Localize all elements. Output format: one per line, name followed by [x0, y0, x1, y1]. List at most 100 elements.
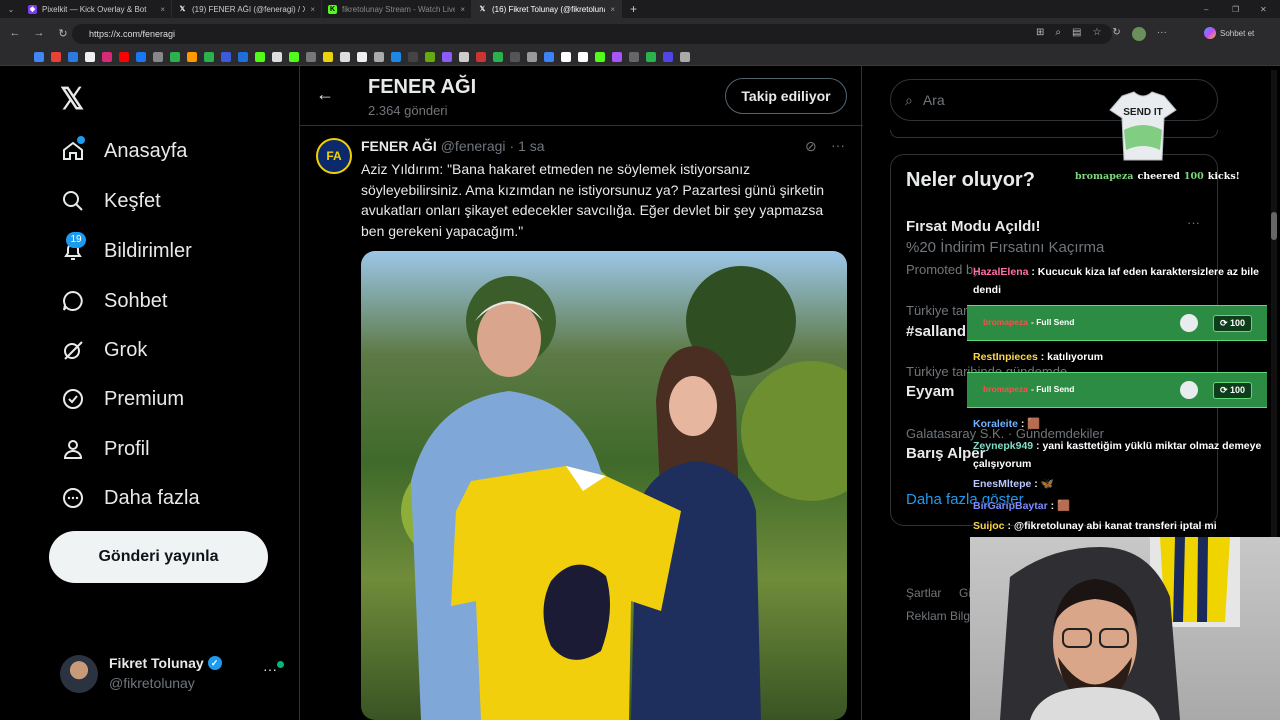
- bookmark-card-icon[interactable]: [391, 51, 401, 62]
- bookmark-link-icon[interactable]: [306, 51, 316, 62]
- chat-text: : 🟫: [1020, 418, 1041, 430]
- nav-grok[interactable]: Grok: [60, 337, 147, 363]
- post-count: 2.364 gönderi: [368, 103, 448, 118]
- bookmark-play-icon[interactable]: [544, 51, 554, 62]
- x-logo-icon[interactable]: 𝕏: [60, 82, 84, 117]
- back-icon[interactable]: ←: [8, 27, 22, 39]
- tab-fikretolunay[interactable]: 𝕏 (16) Fikret Tolunay (@fikretolunay) ×: [472, 0, 622, 18]
- send-it-sticker: SEND IT: [1108, 90, 1178, 162]
- bookmark-x-icon[interactable]: [85, 51, 95, 62]
- post-handle[interactable]: @feneragi: [441, 138, 506, 154]
- bookmark-globe-icon[interactable]: [374, 51, 384, 62]
- bookmark-kick-icon[interactable]: [289, 51, 299, 62]
- bookmark-doc-icon[interactable]: [340, 51, 350, 62]
- chat-message: Koraleite : 🟫: [973, 415, 1263, 433]
- bookmark-amazon-icon[interactable]: [187, 51, 197, 62]
- bookmark-gmail-icon[interactable]: [51, 51, 61, 62]
- account-menu-icon[interactable]: ···: [263, 661, 277, 677]
- close-icon[interactable]: ×: [160, 5, 165, 14]
- bookmark-grey-icon[interactable]: [527, 51, 537, 62]
- profile-avatar[interactable]: [1131, 27, 1146, 41]
- bookmark-down-icon[interactable]: [425, 51, 435, 62]
- nav-more[interactable]: Daha fazla: [60, 485, 200, 511]
- url-input[interactable]: https://x.com/feneragi: [72, 24, 1112, 44]
- menu-icon[interactable]: ···: [1157, 27, 1167, 41]
- back-arrow-icon[interactable]: ←: [316, 84, 334, 105]
- bookmark-t-icon[interactable]: [272, 51, 282, 62]
- bookmark-yellow-icon[interactable]: [323, 51, 333, 62]
- nav-explore[interactable]: Keşfet: [60, 188, 161, 214]
- bookmark-sheets-icon[interactable]: [153, 51, 163, 62]
- maximize-icon[interactable]: ❐: [1232, 5, 1239, 14]
- close-window-icon[interactable]: ✕: [1260, 5, 1267, 14]
- reload-icon[interactable]: ↻: [56, 27, 70, 40]
- bookmark-dark-icon[interactable]: [408, 51, 418, 62]
- post-author[interactable]: FENER AĞI: [361, 138, 437, 154]
- post-more-icon[interactable]: ···: [831, 137, 845, 153]
- chat-text: : 🟫: [1050, 500, 1071, 512]
- chat-icon: [60, 288, 86, 314]
- grok-post-icon[interactable]: ⊘: [805, 138, 817, 155]
- tab-menu-icon[interactable]: ⌄: [0, 5, 22, 14]
- promo-title[interactable]: Fırsat Modu Açıldı!: [906, 218, 1040, 235]
- account-switcher[interactable]: Fikret Tolunay ✓ @fikretolunay ···: [60, 653, 290, 697]
- bookmark-violet-icon[interactable]: [612, 51, 622, 62]
- close-icon[interactable]: ×: [610, 5, 615, 14]
- nav-messages[interactable]: Sohbet: [60, 288, 167, 314]
- tab-label: fikretolunay Stream - Watch Live: [342, 4, 456, 14]
- post-author-avatar[interactable]: FA: [316, 138, 352, 174]
- post-text: Aziz Yıldırım: "Bana hakaret etmeden ne …: [361, 161, 824, 239]
- bookmark-kick2-icon[interactable]: [595, 51, 605, 62]
- bookmark-m-icon[interactable]: [238, 51, 248, 62]
- following-button[interactable]: Takip ediliyor: [725, 78, 847, 114]
- bookmark-grid-icon[interactable]: [459, 51, 469, 62]
- bookmark-youtube-icon[interactable]: [119, 51, 129, 62]
- close-icon[interactable]: ×: [310, 5, 315, 14]
- browser-tab-strip: ⌄ ◆ Pixelkit — Kick Overlay & Bot × 𝕏 (1…: [0, 0, 1280, 18]
- zoom-icon[interactable]: ⌕: [1055, 27, 1061, 41]
- bookmark-red-icon[interactable]: [476, 51, 486, 62]
- tab-pixelkit[interactable]: ◆ Pixelkit — Kick Overlay & Bot ×: [22, 0, 172, 18]
- scrollbar-thumb[interactable]: [1271, 212, 1277, 240]
- bookmark-gear-icon[interactable]: [493, 51, 503, 62]
- tab-feneragi[interactable]: 𝕏 (19) FENER AĞI (@feneragi) / X ×: [172, 0, 322, 18]
- trend-name[interactable]: Eyyam: [906, 383, 954, 400]
- bookmark-purple-icon[interactable]: [442, 51, 452, 62]
- sync-icon[interactable]: ↻: [1112, 27, 1120, 41]
- folder-icon[interactable]: [680, 51, 690, 62]
- footer-link[interactable]: Şartlar: [906, 586, 941, 600]
- bookmark-tile-icon[interactable]: [646, 51, 656, 62]
- post-button[interactable]: Gönderi yayınla: [49, 531, 268, 583]
- post-time[interactable]: · 1 sa: [510, 138, 545, 154]
- post-image[interactable]: [361, 251, 847, 720]
- person-icon: [60, 436, 86, 462]
- tab-kick-stream[interactable]: K fikretolunay Stream - Watch Live ×: [322, 0, 472, 18]
- bookmark-google2-icon[interactable]: [561, 51, 571, 62]
- promo-more-icon[interactable]: ···: [1187, 215, 1200, 230]
- bookmark-mail-icon[interactable]: [68, 51, 78, 62]
- close-icon[interactable]: ×: [460, 5, 465, 14]
- new-tab-icon[interactable]: +: [630, 2, 637, 16]
- bookmark-white-icon[interactable]: [357, 51, 367, 62]
- bookmark-green-icon[interactable]: [204, 51, 214, 62]
- bookmark-b-icon[interactable]: [510, 51, 520, 62]
- bookmark-facebook-icon[interactable]: [136, 51, 146, 62]
- sidebar-chat-button[interactable]: Sohbet et: [1204, 27, 1254, 39]
- minimize-icon[interactable]: –: [1204, 5, 1208, 14]
- nav-premium[interactable]: Premium: [60, 386, 184, 412]
- bookmark-instagram-icon[interactable]: [102, 51, 112, 62]
- send-amount-badge: ⟳ 100: [1213, 315, 1253, 332]
- bookmark-tf-icon[interactable]: [663, 51, 673, 62]
- bookmark-img-icon[interactable]: [629, 51, 639, 62]
- bookmark-google3-icon[interactable]: [578, 51, 588, 62]
- bookmark-star-icon[interactable]: ☆: [1092, 27, 1101, 41]
- forward-icon[interactable]: →: [32, 27, 46, 39]
- bookmark-bar-icon[interactable]: [170, 51, 180, 62]
- reader-icon[interactable]: ▤: [1072, 27, 1081, 41]
- bookmark-google-icon[interactable]: [34, 51, 44, 62]
- bookmark-blue-icon[interactable]: [221, 51, 231, 62]
- extensions-icon[interactable]: ⊞: [1036, 27, 1044, 41]
- search-icon: ⌕: [905, 91, 913, 108]
- bookmark-arrow-icon[interactable]: [255, 51, 265, 62]
- nav-profile[interactable]: Profil: [60, 436, 150, 462]
